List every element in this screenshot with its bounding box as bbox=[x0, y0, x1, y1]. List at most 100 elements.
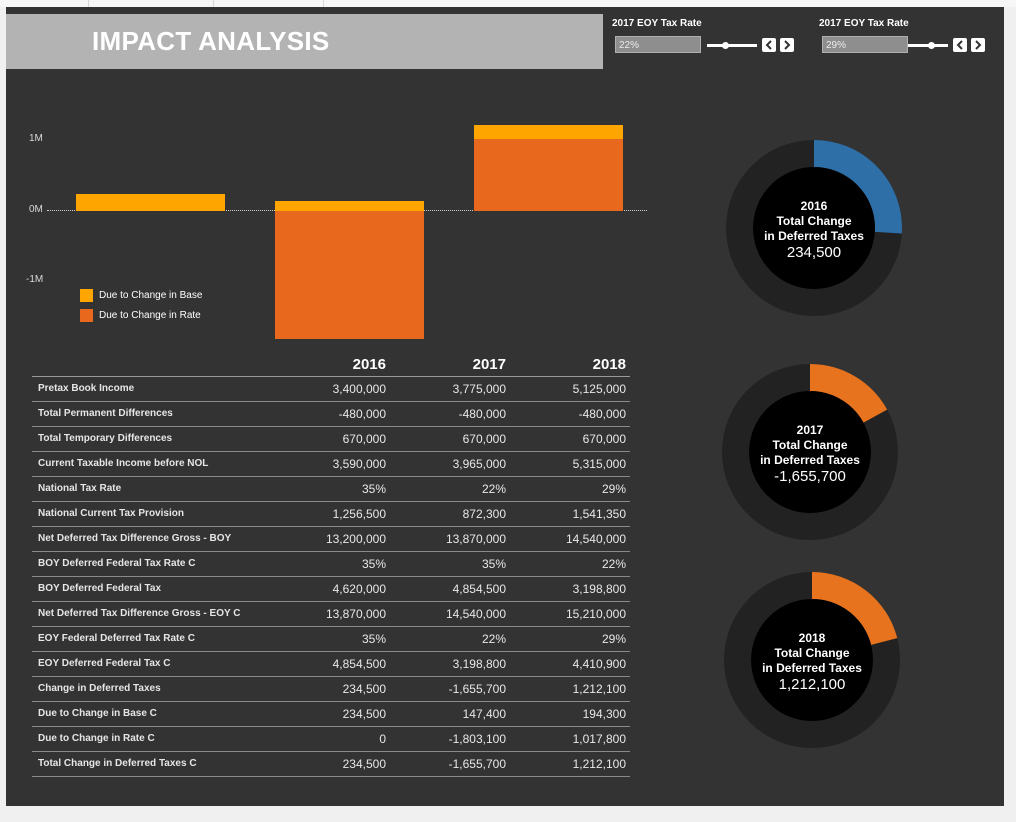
row-label: Total Temporary Differences bbox=[38, 433, 173, 444]
row-label: Total Permanent Differences bbox=[38, 408, 173, 419]
row-label: National Tax Rate bbox=[38, 483, 122, 494]
row-label: EOY Deferred Federal Tax C bbox=[38, 658, 171, 669]
row-value-2016: 35% bbox=[361, 632, 386, 646]
increment-button[interactable] bbox=[780, 38, 794, 52]
table-row: Net Deferred Tax Difference Gross - BOY 1… bbox=[32, 526, 630, 552]
row-value-2017: -480,000 bbox=[458, 407, 506, 421]
row-value-2016: 35% bbox=[361, 482, 386, 496]
tax-rate-input[interactable]: 22% bbox=[615, 36, 701, 53]
donut-line2: in Deferred Taxes bbox=[760, 453, 860, 467]
row-value-2018: 15,210,000 bbox=[565, 607, 626, 621]
row-value-2016: -480,000 bbox=[338, 407, 386, 421]
donut-label-2018: 2018 Total Change in Deferred Taxes 1,212,1… bbox=[747, 631, 877, 694]
tax-rate-control-label: 2017 EOY Tax Rate bbox=[819, 18, 909, 29]
table-row: BOY Deferred Federal Tax 4,620,000 4,854,5… bbox=[32, 576, 630, 602]
tax-rate-control-label: 2017 EOY Tax Rate bbox=[612, 18, 702, 29]
row-value-2017: 3,198,800 bbox=[452, 657, 506, 671]
donut-label-2017: 2017 Total Change in Deferred Taxes -1,655,… bbox=[745, 423, 875, 486]
tax-rate-slider-handle[interactable] bbox=[722, 42, 729, 49]
donut-line2: in Deferred Taxes bbox=[764, 229, 864, 243]
tax-rate-input[interactable]: 29% bbox=[822, 36, 908, 53]
strip-divider bbox=[323, 0, 324, 7]
row-value-2018: 14,540,000 bbox=[565, 532, 626, 546]
strip-divider bbox=[213, 0, 214, 7]
row-value-2017: -1,803,100 bbox=[448, 732, 506, 746]
row-value-2017: 13,870,000 bbox=[445, 532, 506, 546]
tax-rate-slider-handle[interactable] bbox=[928, 42, 935, 49]
row-value-2018: 1,017,800 bbox=[572, 732, 626, 746]
column-header-2016: 2016 bbox=[352, 356, 386, 373]
y-tick-label: -1M bbox=[26, 274, 44, 285]
table-row: Total Permanent Differences -480,000 -480,… bbox=[32, 401, 630, 427]
row-label: Total Change in Deferred Taxes C bbox=[38, 758, 197, 769]
table-row: National Tax Rate 35% 22% 29% bbox=[32, 476, 630, 502]
row-value-2016: 35% bbox=[361, 557, 386, 571]
increment-button[interactable] bbox=[971, 38, 985, 52]
table-row: Due to Change in Rate C 0 -1,803,100 1,017,… bbox=[32, 726, 630, 752]
row-value-2018: 22% bbox=[601, 557, 626, 571]
table-row: National Current Tax Provision 1,256,500 8… bbox=[32, 501, 630, 527]
donut-line2: in Deferred Taxes bbox=[762, 661, 862, 675]
donut-year: 2018 bbox=[798, 631, 826, 645]
y-tick-label: 1M bbox=[29, 133, 43, 144]
decrement-button[interactable] bbox=[762, 38, 776, 52]
chevron-right-icon bbox=[975, 40, 982, 50]
row-value-2016: 3,400,000 bbox=[332, 382, 386, 396]
row-value-2017: 3,965,000 bbox=[452, 457, 506, 471]
row-label: Pretax Book Income bbox=[38, 383, 135, 394]
legend-label-base: Due to Change in Base bbox=[99, 290, 203, 301]
donut-value: 1,212,100 bbox=[778, 676, 846, 693]
row-value-2016: 4,854,500 bbox=[332, 657, 386, 671]
table-row: Pretax Book Income 3,400,000 3,775,000 5,12… bbox=[32, 376, 630, 402]
donut-line1: Total Change bbox=[774, 646, 850, 660]
legend-swatch-rate bbox=[80, 309, 93, 322]
row-label: Net Deferred Tax Difference Gross - BOY bbox=[38, 533, 232, 544]
donut-line1: Total Change bbox=[776, 214, 852, 228]
page-title: IMPACT ANALYSIS bbox=[92, 26, 330, 56]
table-row: Current Taxable Income before NOL 3,590,0… bbox=[32, 451, 630, 477]
row-label: Current Taxable Income before NOL bbox=[38, 458, 209, 469]
donut-value: 234,500 bbox=[786, 244, 842, 261]
tax-rate-slider-track[interactable] bbox=[707, 44, 757, 47]
legend-swatch-base bbox=[80, 289, 93, 302]
row-value-2018: 3,198,800 bbox=[572, 582, 626, 596]
row-value-2016: 234,500 bbox=[342, 707, 386, 721]
table-row: EOY Federal Deferred Tax Rate C 35% 22% 29% bbox=[32, 626, 630, 652]
row-value-2017: 3,775,000 bbox=[452, 382, 506, 396]
top-strip bbox=[0, 0, 1016, 7]
table-row: BOY Deferred Federal Tax Rate C 35% 35% 22% bbox=[32, 551, 630, 577]
donut-label-2016: 2016 Total Change in Deferred Taxes 234,500 bbox=[749, 199, 879, 262]
row-label: Change in Deferred Taxes bbox=[38, 683, 161, 694]
bar-2017-base bbox=[275, 201, 424, 211]
bar-2016-base bbox=[76, 194, 225, 211]
row-label: Net Deferred Tax Difference Gross - EOY … bbox=[38, 608, 241, 619]
row-value-2018: 5,315,000 bbox=[572, 457, 626, 471]
row-value-2017: 670,000 bbox=[462, 432, 506, 446]
row-value-2018: 5,125,000 bbox=[572, 382, 626, 396]
decrement-button[interactable] bbox=[953, 38, 967, 52]
row-value-2016: 13,200,000 bbox=[325, 532, 386, 546]
donut-year: 2016 bbox=[800, 199, 828, 213]
row-value-2016: 234,500 bbox=[342, 757, 386, 771]
row-value-2016: 0 bbox=[379, 732, 386, 746]
table-row: Change in Deferred Taxes 234,500 -1,655,70… bbox=[32, 676, 630, 702]
row-value-2017: 22% bbox=[481, 632, 506, 646]
table-row: EOY Deferred Federal Tax C 4,854,500 3,198… bbox=[32, 651, 630, 677]
donut-value: -1,655,700 bbox=[774, 468, 846, 485]
row-value-2017: -1,655,700 bbox=[448, 757, 506, 771]
row-value-2016: 4,620,000 bbox=[332, 582, 386, 596]
row-value-2018: 1,212,100 bbox=[572, 682, 626, 696]
row-value-2018: 194,300 bbox=[582, 707, 626, 721]
row-value-2016: 1,256,500 bbox=[332, 507, 386, 521]
legend-label-rate: Due to Change in Rate bbox=[99, 310, 201, 321]
row-value-2018: 1,212,100 bbox=[572, 757, 626, 771]
chevron-right-icon bbox=[784, 40, 791, 50]
column-header-2018: 2018 bbox=[592, 356, 626, 373]
bar-2017-rate bbox=[275, 211, 424, 339]
table-row: Total Temporary Differences 670,000 670,00… bbox=[32, 426, 630, 452]
row-value-2016: 234,500 bbox=[342, 682, 386, 696]
row-label: National Current Tax Provision bbox=[38, 508, 184, 519]
row-value-2017: -1,655,700 bbox=[448, 682, 506, 696]
row-value-2018: 29% bbox=[601, 632, 626, 646]
row-value-2018: 670,000 bbox=[582, 432, 626, 446]
